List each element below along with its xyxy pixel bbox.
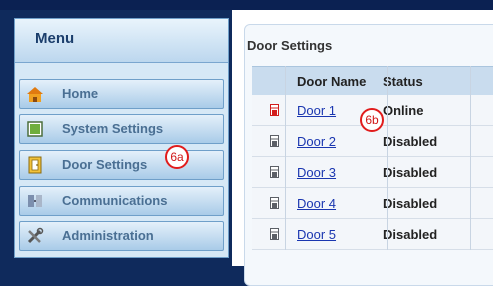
callout-marker-6b: 6b <box>360 108 384 132</box>
door-status: Disabled <box>383 196 438 211</box>
menu-item-home-label: Home <box>62 86 99 101</box>
column-divider <box>387 66 388 250</box>
menu-item-door-settings[interactable]: Door Settings <box>19 150 224 180</box>
top-bar <box>0 0 493 10</box>
menu-item-door-settings-label: Door Settings <box>62 157 148 172</box>
menu-header: Menu <box>15 19 228 63</box>
door-icon <box>270 135 279 147</box>
home-icon <box>27 87 43 102</box>
table-header: Door Name Status O <box>252 66 493 96</box>
column-divider <box>285 66 286 250</box>
door-icon <box>270 197 279 209</box>
door-name-link[interactable]: Door 1 <box>297 103 336 118</box>
menu-item-communications[interactable]: Communications <box>19 186 224 216</box>
callout-marker-6a: 6a <box>165 145 189 169</box>
menu-item-system-settings-label: System Settings <box>62 121 164 136</box>
menu-item-administration[interactable]: Administration <box>19 221 224 251</box>
table-row-door-3: Door 3 Disabled <box>252 157 493 188</box>
door-status: Disabled <box>383 134 438 149</box>
door-name-link[interactable]: Door 3 <box>297 165 336 180</box>
menu-item-system-settings[interactable]: System Settings <box>19 114 224 144</box>
door-status: Online <box>383 103 424 118</box>
column-header-status: Status <box>383 74 423 89</box>
door-name-link[interactable]: Door 5 <box>297 227 336 242</box>
door-icon <box>270 228 279 240</box>
door-icon <box>270 166 279 178</box>
communications-icon <box>28 195 42 207</box>
menu-title: Menu <box>35 30 75 47</box>
column-divider <box>470 66 471 250</box>
door-status: Disabled <box>383 165 438 180</box>
door-name-link[interactable]: Door 4 <box>297 196 336 211</box>
table-row-door-4: Door 4 Disabled <box>252 188 493 219</box>
main-content: Door Settings Door Name Status O Door 1 … <box>232 10 493 286</box>
menu-item-communications-label: Communications <box>62 193 168 208</box>
door-name-link[interactable]: Door 2 <box>297 134 336 149</box>
panel-title: Door Settings <box>247 38 333 53</box>
menu-panel: Menu Home System Settings Door Settings … <box>14 18 229 258</box>
system-settings-icon <box>27 121 43 137</box>
sidebar: Menu Home System Settings Door Settings … <box>0 10 232 266</box>
menu-item-administration-label: Administration <box>62 228 154 243</box>
column-header-door-name: Door Name <box>297 74 367 89</box>
table-row-door-5: Door 5 Disabled <box>252 219 493 250</box>
door-online-icon <box>270 104 279 116</box>
door-status: Disabled <box>383 227 438 242</box>
door-settings-icon <box>28 156 42 174</box>
administration-icon <box>27 227 44 244</box>
menu-item-home[interactable]: Home <box>19 79 224 109</box>
